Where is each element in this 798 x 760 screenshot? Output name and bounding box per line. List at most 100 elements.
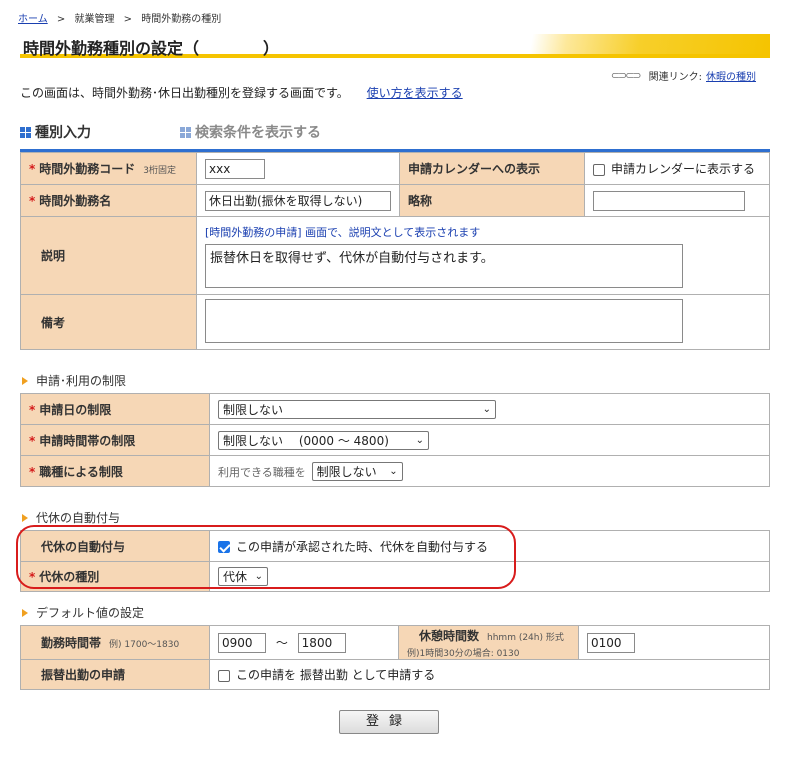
tab-type-input[interactable]: 種別入力 [20, 122, 91, 142]
job-limit-label-cell: * 職種による制限 [20, 455, 210, 487]
time-limit-select-value: 制限しない (0000 ～ 4800) [223, 433, 389, 448]
required-mark: * [29, 464, 36, 479]
related-links: ⊂⊃⊂⊃ 関連リンク: 休暇の種別 [611, 68, 756, 83]
code-hint: 3桁固定 [143, 166, 177, 176]
explain-textarea[interactable]: 振替休日を取得せず、代休が自動付与されます。 [205, 244, 683, 288]
comp-leave-heading: 代休の自動付与 [22, 509, 120, 526]
defaults-heading-text: デフォルト値の設定 [36, 606, 145, 620]
job-limit-label: 職種による制限 [39, 464, 123, 479]
work-hours-value-cell: ～ [209, 625, 399, 660]
transfer-checkbox[interactable] [218, 669, 230, 682]
break-input[interactable] [587, 632, 635, 653]
work-hours-label-cell: 勤務時間帯 例) 1700～1830 [20, 625, 210, 660]
calendar-checkbox[interactable] [593, 163, 605, 176]
breadcrumb-level2: 就業管理 [74, 14, 115, 25]
grid-icon [20, 126, 31, 138]
break-example: 例)1時間30分の場合: 0130 [407, 648, 520, 659]
calendar-label: 申請カレンダーへの表示 [408, 162, 541, 176]
break-value-cell [578, 625, 770, 660]
restrictions-heading-text: 申請･利用の制限 [36, 374, 127, 388]
required-mark: * [29, 194, 36, 208]
abbr-label-cell: 略称 [399, 184, 585, 217]
explain-label-cell: 説明 [20, 216, 197, 295]
section-arrow-icon [22, 608, 28, 617]
calendar-value-cell: 申請カレンダーに表示する [584, 152, 770, 185]
time-limit-value-cell: 制限しない (0000 ～ 4800) ⌄ [209, 424, 770, 456]
basic-info-table: *時間外勤務コード3桁固定 申請カレンダーへの表示 申請カレンダーに表示する *… [20, 152, 770, 350]
transfer-value-cell: この申請を 振替出勤 として申請する [209, 659, 770, 690]
breadcrumb-home-link[interactable]: ホーム [18, 14, 48, 25]
grid-icon [180, 126, 191, 138]
abbr-label: 略称 [408, 194, 433, 208]
job-limit-prefix: 利用できる職種を [218, 465, 306, 479]
time-limit-label: 申請時間帯の制限 [39, 433, 136, 448]
abbr-input[interactable] [593, 190, 745, 211]
highlight-annotation [16, 525, 516, 589]
date-limit-label-cell: * 申請日の制限 [20, 393, 210, 425]
description-text: この画面は、時間外勤務･休日出勤種別を登録する画面です。 [20, 86, 349, 100]
transfer-checkbox-label: この申請を 振替出勤 として申請する [236, 668, 436, 682]
transfer-label-cell: 振替出勤の申請 [20, 659, 210, 690]
date-limit-select-value: 制限しない [223, 402, 284, 417]
name-input[interactable] [205, 190, 391, 211]
code-input[interactable] [205, 158, 265, 179]
calendar-label-cell: 申請カレンダーへの表示 [399, 152, 585, 185]
defaults-table: 勤務時間帯例) 1700～1830 ～ 休憩時間数 hhmm (24h) 形式 例… [20, 625, 770, 690]
breadcrumb-separator: > [123, 14, 133, 25]
restrictions-heading: 申請･利用の制限 [22, 372, 126, 389]
name-value-cell [196, 184, 400, 217]
chevron-down-icon: ⌄ [482, 403, 491, 415]
chevron-down-icon: ⌄ [389, 465, 398, 477]
break-label: 休憩時間数 [419, 628, 480, 643]
work-hours-label: 勤務時間帯 [41, 636, 102, 650]
date-limit-value-cell: 制限しない ⌄ [209, 393, 770, 425]
required-mark: * [29, 402, 36, 417]
register-button[interactable]: 登録 [339, 710, 439, 734]
related-label: 関連リンク: [648, 72, 702, 83]
breadcrumb-separator: > [56, 14, 66, 25]
remarks-label-cell: 備考 [20, 294, 197, 350]
breadcrumb-current: 時間外勤務の種別 [141, 14, 222, 25]
explain-label: 説明 [41, 249, 66, 263]
link-chain-icon: ⊂⊃⊂⊃ [610, 69, 642, 82]
defaults-heading: デフォルト値の設定 [22, 604, 144, 621]
page: ホーム > 就業管理 > 時間外勤務の種別 時間外勤務種別の設定（ ） ⊂⊃⊂⊃… [0, 0, 798, 760]
job-limit-select[interactable]: 制限しない ⌄ [311, 461, 403, 481]
required-mark: * [29, 162, 36, 176]
help-link[interactable]: 使い方を表示する [367, 86, 463, 100]
remarks-value-cell [196, 294, 770, 350]
chevron-down-icon: ⌄ [415, 434, 424, 446]
work-hours-hint: 例) 1700～1830 [109, 640, 180, 650]
title-stripe-decoration [480, 34, 770, 54]
tab-show-search[interactable]: 検索条件を表示する [180, 122, 321, 142]
time-limit-select[interactable]: 制限しない (0000 ～ 4800) ⌄ [218, 430, 429, 450]
tab-type-input-label: 種別入力 [35, 125, 91, 141]
code-value-cell [196, 152, 400, 185]
job-limit-value-cell: 利用できる職種を 制限しない ⌄ [209, 455, 770, 487]
required-mark: * [29, 433, 36, 448]
work-to-input[interactable] [297, 632, 346, 653]
job-limit-select-value: 制限しない [316, 464, 377, 479]
remarks-label: 備考 [41, 315, 66, 330]
work-from-input[interactable] [218, 632, 266, 653]
abbr-value-cell [584, 184, 770, 217]
tab-show-search-label: 検索条件を表示する [195, 125, 321, 141]
date-limit-select[interactable]: 制限しない ⌄ [218, 399, 496, 419]
section-arrow-icon [22, 513, 28, 522]
work-range-separator: ～ [275, 635, 288, 650]
title-bar: 時間外勤務種別の設定（ ） [20, 34, 770, 58]
breadcrumb: ホーム > 就業管理 > 時間外勤務の種別 [18, 10, 221, 25]
explain-value-cell: [時間外勤務の申請] 画面で、説明文として表示されます 振替休日を取得せず、代休… [196, 216, 770, 295]
remarks-textarea[interactable] [205, 298, 683, 343]
name-label-cell: * 時間外勤務名 [20, 184, 197, 217]
explain-note: [時間外勤務の申請] 画面で、説明文として表示されます [205, 226, 481, 239]
related-leave-type-link[interactable]: 休暇の種別 [706, 68, 756, 83]
restrictions-table: * 申請日の制限 制限しない ⌄ * 申請時間帯の制限 制限しない (0000 ～ 4… [20, 393, 770, 487]
code-label-cell: * 時間外勤務コード 3桁固定 [20, 152, 197, 185]
break-label-cell: 休憩時間数 hhmm (24h) 形式 例)1時間30分の場合: 0130 [398, 625, 579, 660]
calendar-checkbox-label: 申請カレンダーに表示する [611, 162, 756, 176]
transfer-label: 振替出勤の申請 [41, 668, 126, 682]
name-label: 時間外勤務名 [39, 194, 112, 208]
break-hint: hhmm (24h) 形式 [487, 632, 564, 643]
time-limit-label-cell: * 申請時間帯の制限 [20, 424, 210, 456]
